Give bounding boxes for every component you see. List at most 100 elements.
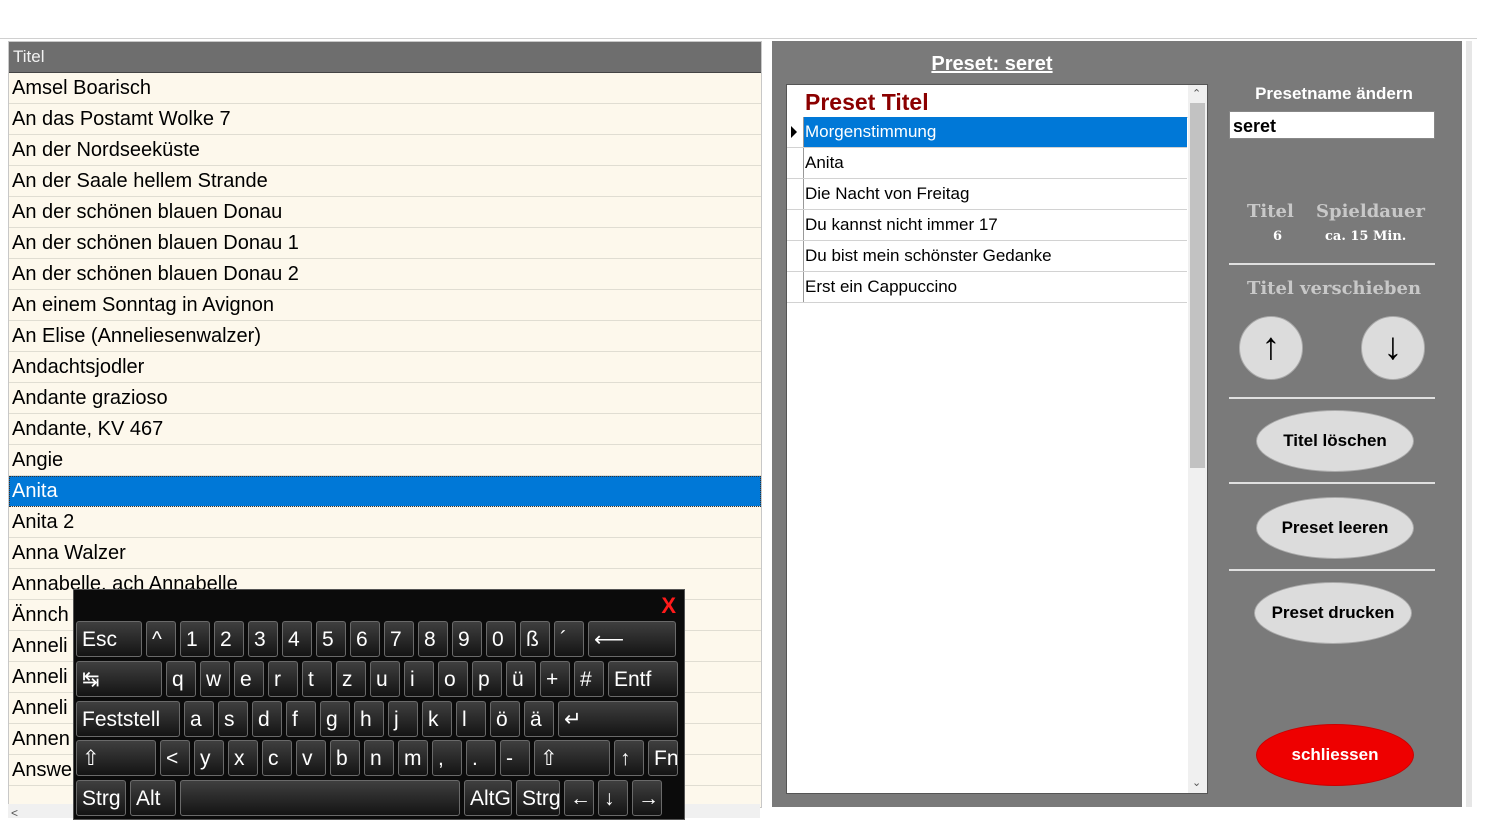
keyboard-close-button[interactable]: X xyxy=(661,593,676,619)
preset-grid-scrollbar[interactable]: ⌃ ⌄ xyxy=(1188,85,1207,793)
keyboard-key[interactable]: u xyxy=(370,661,400,697)
keyboard-key[interactable]: ä xyxy=(524,701,554,737)
keyboard-key[interactable]: ↑ xyxy=(614,740,644,776)
keyboard-key[interactable]: + xyxy=(540,661,570,697)
keyboard-key[interactable]: ↹ xyxy=(76,661,162,697)
move-up-button[interactable]: ↑ xyxy=(1239,316,1303,380)
keyboard-key[interactable]: 2 xyxy=(214,621,244,657)
keyboard-key[interactable]: h xyxy=(354,701,384,737)
keyboard-key[interactable]: j xyxy=(388,701,418,737)
delete-title-button[interactable]: Titel löschen xyxy=(1256,410,1414,472)
keyboard-key[interactable]: 5 xyxy=(316,621,346,657)
keyboard-key[interactable]: m xyxy=(398,740,428,776)
row-header[interactable] xyxy=(787,117,804,147)
keyboard-key[interactable]: q xyxy=(166,661,196,697)
song-list-item[interactable]: An das Postamt Wolke 7 xyxy=(9,104,761,135)
song-list-item[interactable]: Andachtsjodler xyxy=(9,352,761,383)
preset-row[interactable]: Du bist mein schönster Gedanke xyxy=(787,241,1187,272)
song-list-item[interactable]: Anna Walzer xyxy=(9,538,761,569)
keyboard-key[interactable]: p xyxy=(472,661,502,697)
keyboard-key[interactable]: 7 xyxy=(384,621,414,657)
keyboard-key[interactable]: , xyxy=(432,740,462,776)
keyboard-key[interactable]: 3 xyxy=(248,621,278,657)
keyboard-key[interactable]: ß xyxy=(520,621,550,657)
keyboard-key[interactable]: t xyxy=(302,661,332,697)
keyboard-key[interactable]: 6 xyxy=(350,621,380,657)
keyboard-key[interactable]: r xyxy=(268,661,298,697)
keyboard-key[interactable]: ö xyxy=(490,701,520,737)
preset-row[interactable]: Die Nacht von Freitag xyxy=(787,179,1187,210)
song-list-item[interactable]: An der schönen blauen Donau 1 xyxy=(9,228,761,259)
keyboard-key[interactable]: ü xyxy=(506,661,536,697)
keyboard-key[interactable]: ´ xyxy=(554,621,584,657)
keyboard-key[interactable]: b xyxy=(330,740,360,776)
preset-name-input[interactable]: seret xyxy=(1229,111,1435,139)
keyboard-key[interactable]: e xyxy=(234,661,264,697)
keyboard-key[interactable]: i xyxy=(404,661,434,697)
song-list-item[interactable]: Andante grazioso xyxy=(9,383,761,414)
keyboard-key[interactable]: v xyxy=(296,740,326,776)
preset-row[interactable]: Anita xyxy=(787,148,1187,179)
keyboard-key[interactable]: Alt xyxy=(130,780,176,816)
keyboard-key[interactable]: ↓ xyxy=(598,780,628,816)
preset-row[interactable]: Morgenstimmung xyxy=(787,117,1187,148)
keyboard-key[interactable]: a xyxy=(184,701,214,737)
keyboard-key[interactable]: c xyxy=(262,740,292,776)
keyboard-key[interactable]: # xyxy=(574,661,604,697)
keyboard-key[interactable]: Entf xyxy=(608,661,678,697)
song-list-item[interactable]: An der schönen blauen Donau 2 xyxy=(9,259,761,290)
keyboard-key[interactable]: 0 xyxy=(486,621,516,657)
song-list-item[interactable]: Andante, KV 467 xyxy=(9,414,761,445)
keyboard-key[interactable]: ⇧ xyxy=(76,740,156,776)
print-preset-button[interactable]: Preset drucken xyxy=(1254,582,1412,644)
keyboard-key[interactable]: Strg xyxy=(516,780,560,816)
keyboard-key[interactable]: f xyxy=(286,701,316,737)
clear-preset-button[interactable]: Preset leeren xyxy=(1256,497,1414,559)
keyboard-key[interactable]: AltGr xyxy=(464,780,512,816)
keyboard-key[interactable]: o xyxy=(438,661,468,697)
keyboard-key[interactable]: Esc xyxy=(76,621,142,657)
song-list-header[interactable]: Titel xyxy=(9,42,761,73)
keyboard-key[interactable]: d xyxy=(252,701,282,737)
song-list-item[interactable]: Anita 2 xyxy=(9,507,761,538)
row-header[interactable] xyxy=(787,272,804,302)
keyboard-key[interactable]: ← xyxy=(564,780,594,816)
song-list-item[interactable]: Angie xyxy=(9,445,761,476)
song-list-item[interactable]: An einem Sonntag in Avignon xyxy=(9,290,761,321)
scroll-up-icon[interactable]: ⌃ xyxy=(1192,87,1201,100)
close-button[interactable]: schliessen xyxy=(1256,724,1414,786)
scroll-thumb[interactable] xyxy=(1190,103,1205,468)
keyboard-key[interactable]: 1 xyxy=(180,621,210,657)
song-list-item[interactable]: An Elise (Anneliesenwalzer) xyxy=(9,321,761,352)
keyboard-key[interactable]: s xyxy=(218,701,248,737)
keyboard-key[interactable]: Feststell xyxy=(76,701,180,737)
keyboard-key[interactable]: l xyxy=(456,701,486,737)
keyboard-key[interactable]: - xyxy=(500,740,530,776)
preset-row[interactable]: Du kannst nicht immer 17 xyxy=(787,210,1187,241)
keyboard-key[interactable]: Fn xyxy=(648,740,678,776)
song-list-item[interactable]: An der Saale hellem Strande xyxy=(9,166,761,197)
keyboard-key[interactable]: 8 xyxy=(418,621,448,657)
keyboard-key[interactable]: 9 xyxy=(452,621,482,657)
keyboard-key[interactable]: < xyxy=(160,740,190,776)
keyboard-key[interactable]: . xyxy=(466,740,496,776)
keyboard-key[interactable]: k xyxy=(422,701,452,737)
row-header[interactable] xyxy=(787,148,804,178)
move-down-button[interactable]: ↓ xyxy=(1361,316,1425,380)
song-list-item[interactable]: An der schönen blauen Donau xyxy=(9,197,761,228)
keyboard-key[interactable]: n xyxy=(364,740,394,776)
keyboard-key[interactable]: Strg xyxy=(76,780,126,816)
keyboard-key[interactable]: ⇧ xyxy=(534,740,610,776)
keyboard-key[interactable]: ^ xyxy=(146,621,176,657)
row-header[interactable] xyxy=(787,210,804,240)
keyboard-key[interactable]: w xyxy=(200,661,230,697)
keyboard-key[interactable]: ↵ xyxy=(558,701,678,737)
scroll-down-icon[interactable]: ⌄ xyxy=(1192,776,1201,789)
preset-row[interactable]: Erst ein Cappuccino xyxy=(787,272,1187,303)
row-header[interactable] xyxy=(787,241,804,271)
keyboard-key[interactable]: x xyxy=(228,740,258,776)
keyboard-key[interactable]: ⟵ xyxy=(588,621,676,657)
song-list-item[interactable]: Anita xyxy=(9,476,761,507)
keyboard-key[interactable]: g xyxy=(320,701,350,737)
keyboard-key[interactable]: z xyxy=(336,661,366,697)
